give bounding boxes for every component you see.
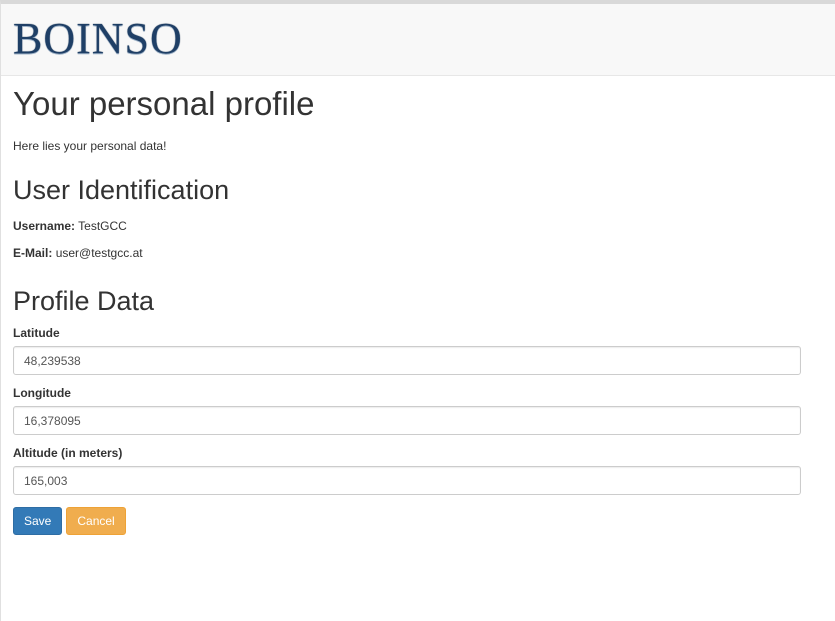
- latitude-input[interactable]: [13, 346, 801, 375]
- altitude-input[interactable]: [13, 466, 801, 495]
- browser-viewport: BOINSO Your personal profile Here lies y…: [0, 0, 835, 621]
- longitude-input[interactable]: [13, 406, 801, 435]
- latitude-label: Latitude: [13, 326, 60, 340]
- email-value: user@testgcc.at: [55, 246, 143, 260]
- form-actions: Save Cancel: [13, 507, 801, 535]
- username-value: TestGCC: [78, 219, 127, 233]
- email-label: E-Mail:: [13, 246, 53, 260]
- main-content: Your personal profile Here lies your per…: [1, 84, 835, 535]
- username-row: Username: TestGCC: [13, 218, 801, 234]
- username-label: Username:: [13, 219, 76, 233]
- page-subtitle: Here lies your personal data!: [13, 139, 167, 153]
- user-identification-heading: User Identification: [13, 175, 230, 205]
- brand-logo[interactable]: BOINSO: [13, 14, 183, 64]
- altitude-label: Altitude (in meters): [13, 446, 123, 460]
- save-button[interactable]: Save: [13, 507, 63, 535]
- cancel-button[interactable]: Cancel: [66, 507, 126, 535]
- email-row: E-Mail: user@testgcc.at: [13, 245, 801, 261]
- profile-data-heading: Profile Data: [13, 286, 155, 316]
- longitude-label: Longitude: [13, 386, 71, 400]
- navbar: BOINSO: [1, 4, 835, 76]
- page-title: Your personal profile: [13, 85, 315, 122]
